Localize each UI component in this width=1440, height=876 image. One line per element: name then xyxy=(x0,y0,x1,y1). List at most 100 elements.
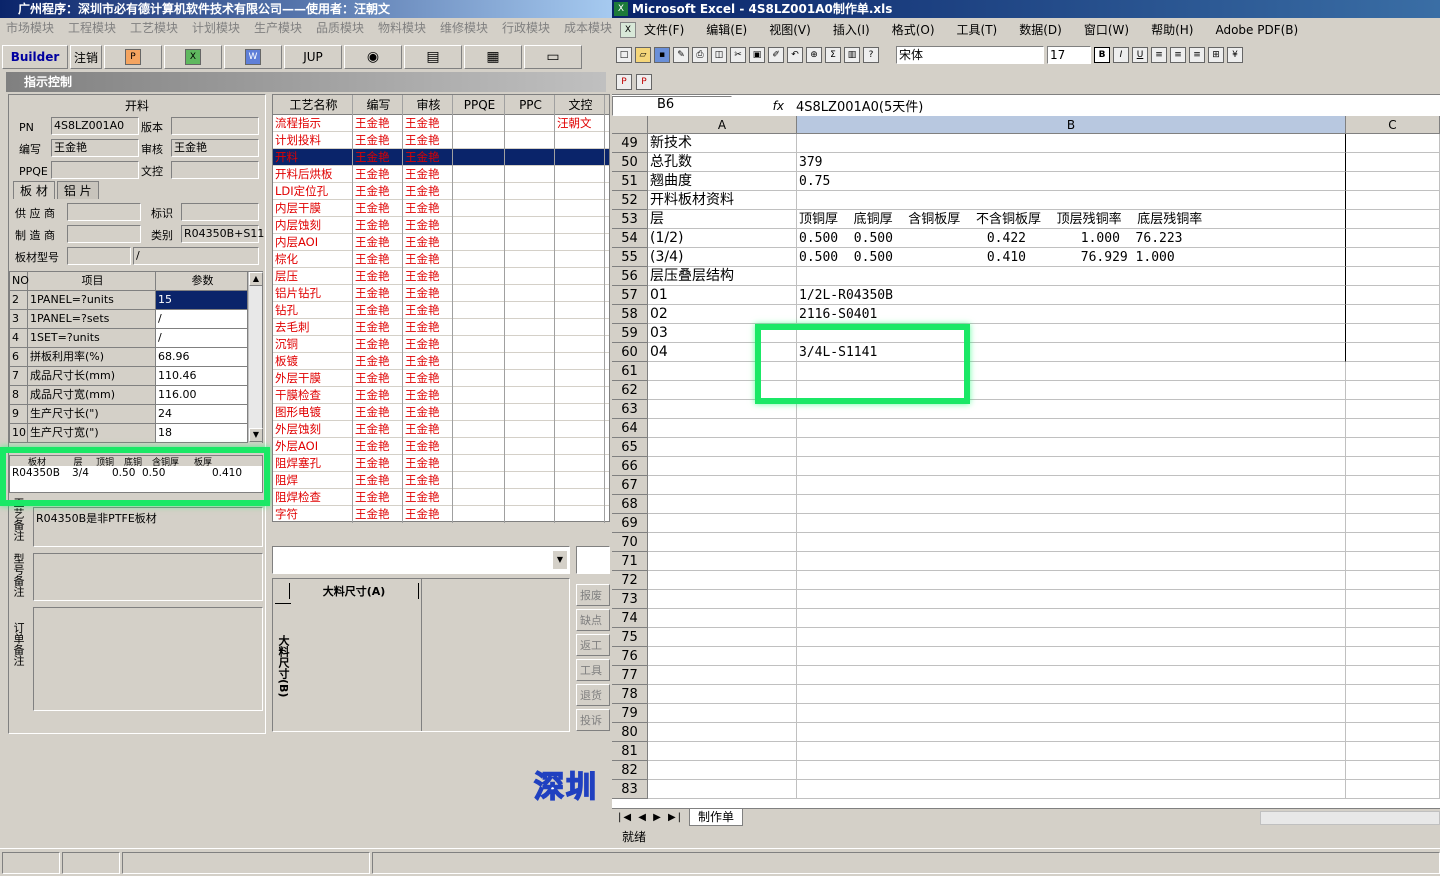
cell-b[interactable] xyxy=(797,704,1346,723)
cell-b[interactable] xyxy=(797,590,1346,609)
params-row[interactable]: 9 生产尺寸长(") 24 xyxy=(10,405,262,424)
cell-b[interactable] xyxy=(797,457,1346,476)
cell-c[interactable] xyxy=(1346,552,1440,571)
row-header[interactable]: 56 xyxy=(612,267,648,286)
cell-c[interactable] xyxy=(1346,761,1440,780)
column-header-a[interactable]: A xyxy=(648,116,797,134)
cell-a[interactable] xyxy=(648,533,797,552)
row-header[interactable]: 83 xyxy=(612,780,648,799)
cell-a[interactable] xyxy=(648,438,797,457)
process-row[interactable]: 棕化 王金艳 王金艳 xyxy=(273,250,609,268)
word-button[interactable]: W xyxy=(224,45,282,69)
cell-b[interactable]: 379 xyxy=(797,153,1346,172)
cell-b[interactable]: 1/2L-R04350B xyxy=(797,286,1346,305)
params-value[interactable]: 110.46 xyxy=(156,367,248,386)
excel-menu-item[interactable]: 插入(I) xyxy=(833,20,870,40)
cell-a[interactable]: 翘曲度 xyxy=(648,172,797,191)
params-value[interactable]: 116.00 xyxy=(156,386,248,405)
cell-a[interactable]: 总孔数 xyxy=(648,153,797,172)
excel-menu-item[interactable]: 格式(O) xyxy=(892,20,935,40)
underline-icon[interactable]: U xyxy=(1132,47,1148,63)
process-row[interactable]: 干膜检查 王金艳 王金艳 xyxy=(273,386,609,404)
process-row[interactable]: 板镀 王金艳 王金艳 xyxy=(273,352,609,370)
cell-c[interactable] xyxy=(1346,305,1440,324)
cell-a[interactable] xyxy=(648,685,797,704)
editor-field[interactable]: 王金艳 xyxy=(51,139,139,157)
scroll-up-icon[interactable]: ▲ xyxy=(249,272,263,286)
align-center-icon[interactable]: ≡ xyxy=(1170,47,1186,63)
cell-c[interactable] xyxy=(1346,685,1440,704)
row-header[interactable]: 69 xyxy=(612,514,648,533)
cell-b[interactable] xyxy=(797,419,1346,438)
process-row[interactable]: 阻焊 王金艳 王金艳 xyxy=(273,471,609,489)
row-header[interactable]: 72 xyxy=(612,571,648,590)
excel-menu-item[interactable]: 帮助(H) xyxy=(1151,20,1193,40)
row-header[interactable]: 61 xyxy=(612,362,648,381)
process-note-field[interactable]: R04350B是非PTFE板材 xyxy=(33,507,263,547)
process-row[interactable]: 阻焊塞孔 王金艳 王金艳 xyxy=(273,454,609,472)
cell-c[interactable] xyxy=(1346,723,1440,742)
process-row[interactable]: 外层干膜 王金艳 王金艳 xyxy=(273,369,609,387)
row-header[interactable]: 57 xyxy=(612,286,648,305)
row-header[interactable]: 81 xyxy=(612,742,648,761)
pdf-convert-icon[interactable]: P xyxy=(616,74,632,90)
left-menu-item[interactable]: 生产模块 xyxy=(254,18,302,38)
cell-a[interactable]: 层 xyxy=(648,210,797,229)
cell-b[interactable]: 0.500 0.500 0.422 1.000 76.223 xyxy=(797,229,1346,248)
scroll-down-icon[interactable]: ▼ xyxy=(249,428,263,442)
params-value[interactable]: 15 xyxy=(156,291,248,310)
model-note-field[interactable] xyxy=(33,553,263,601)
params-row[interactable]: 10 生产尺寸宽(") 18 xyxy=(10,424,262,443)
cell-c[interactable] xyxy=(1346,153,1440,172)
cell-c[interactable] xyxy=(1346,438,1440,457)
process-combo[interactable]: ▼ xyxy=(272,546,570,574)
name-box[interactable]: B6 xyxy=(612,95,732,116)
row-header[interactable]: 80 xyxy=(612,723,648,742)
cell-c[interactable] xyxy=(1346,590,1440,609)
small-field[interactable] xyxy=(576,546,610,574)
cell-c[interactable] xyxy=(1346,742,1440,761)
sheet-tab[interactable]: 制作单 xyxy=(689,809,744,826)
row-header[interactable]: 60 xyxy=(612,343,648,362)
cell-a[interactable] xyxy=(648,761,797,780)
select-all-corner[interactable] xyxy=(612,116,648,134)
row-header[interactable]: 54 xyxy=(612,229,648,248)
model-field-1[interactable] xyxy=(67,247,131,265)
tab-aluminum[interactable]: 铝 片 xyxy=(56,181,99,199)
reviewer-field[interactable]: 王金艳 xyxy=(171,139,259,157)
row-header[interactable]: 77 xyxy=(612,666,648,685)
side-button[interactable]: 退货 xyxy=(576,684,610,706)
cell-b[interactable] xyxy=(797,571,1346,590)
row-header[interactable]: 70 xyxy=(612,533,648,552)
worksheet-grid[interactable]: A B C 49 新技术 50 总孔数 379 51 翘曲度 0.75 52 开料板材资料 53 层顶… xyxy=(612,116,1440,808)
row-header[interactable]: 73 xyxy=(612,590,648,609)
process-row[interactable]: 层压 王金艳 王金艳 xyxy=(273,267,609,285)
supplier-field[interactable] xyxy=(67,203,141,221)
row-header[interactable]: 50 xyxy=(612,153,648,172)
italic-icon[interactable]: I xyxy=(1113,47,1129,63)
row-header[interactable]: 53 xyxy=(612,210,648,229)
hyperlink-icon[interactable]: ⊕ xyxy=(806,47,822,63)
cell-c[interactable] xyxy=(1346,666,1440,685)
process-row[interactable]: 计划投料 王金艳 王金艳 xyxy=(273,131,609,149)
params-value[interactable]: 18 xyxy=(156,424,248,443)
cell-a[interactable] xyxy=(648,495,797,514)
cell-b[interactable] xyxy=(797,609,1346,628)
maker-field[interactable] xyxy=(67,225,141,243)
cell-a[interactable] xyxy=(648,704,797,723)
cell-b[interactable] xyxy=(797,191,1346,210)
cell-b[interactable]: 0.75 xyxy=(797,172,1346,191)
params-value[interactable]: / xyxy=(156,310,248,329)
cell-c[interactable] xyxy=(1346,248,1440,267)
cell-b[interactable] xyxy=(797,742,1346,761)
left-menu-item[interactable]: 维修模块 xyxy=(440,18,488,38)
mark-field[interactable] xyxy=(181,203,259,221)
cell-c[interactable] xyxy=(1346,571,1440,590)
side-button[interactable]: 投诉 xyxy=(576,709,610,731)
font-name-select[interactable]: 宋体 xyxy=(896,46,1044,64)
cell-c[interactable] xyxy=(1346,286,1440,305)
cell-b[interactable] xyxy=(797,780,1346,799)
cell-c[interactable] xyxy=(1346,172,1440,191)
params-value[interactable]: 24 xyxy=(156,405,248,424)
side-button[interactable]: 报废 xyxy=(576,584,610,606)
